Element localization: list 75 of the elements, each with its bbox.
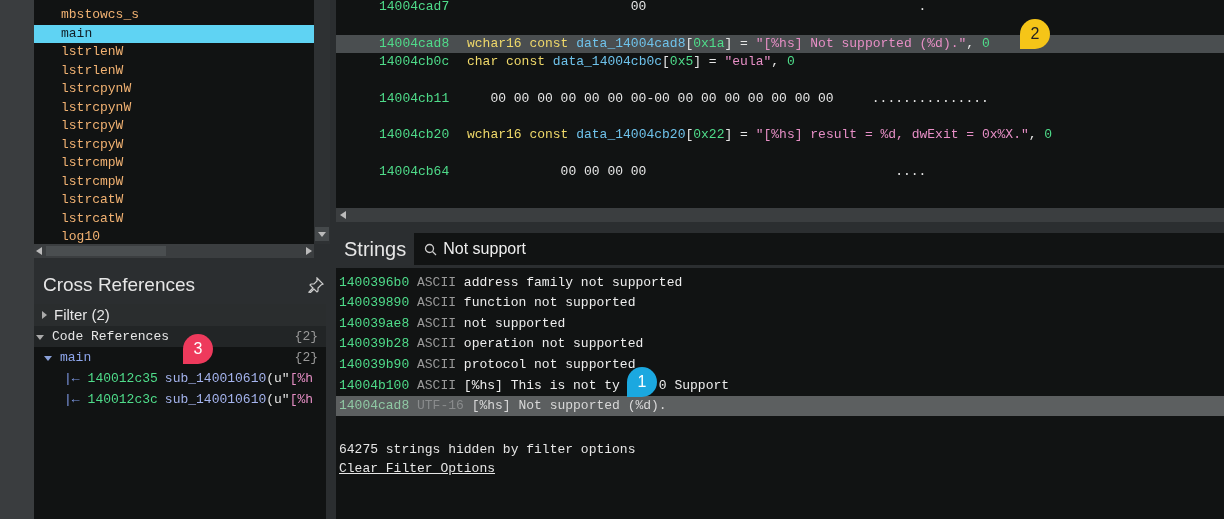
function-item[interactable]: lstrcatW — [34, 191, 314, 210]
string-text: operation not supported — [463, 335, 644, 354]
collapsed-arrow-icon[interactable] — [40, 311, 48, 319]
hex-bytes: 00 00 00 00 00 00 00-00 00 00 00 00 00 00 00 — [490, 90, 834, 106]
count-label: {2} — [294, 348, 318, 367]
string-type: ASCII — [417, 294, 457, 313]
count-label: {2} — [294, 327, 318, 346]
scroll-down-button[interactable] — [315, 227, 329, 241]
string-text: function not supported — [463, 294, 636, 313]
string-type: ASCII — [417, 273, 457, 292]
string-address[interactable]: 140039ae8 — [339, 313, 410, 334]
function-item[interactable]: lstrcatW — [34, 209, 314, 228]
search-icon — [424, 243, 438, 256]
function-item[interactable]: lstrcpyW — [34, 135, 314, 154]
scroll-left-icon — [36, 247, 42, 255]
ascii-text: ............... — [871, 89, 989, 108]
address-label[interactable]: 14004cad7 — [336, 0, 467, 17]
clear-filter-link[interactable]: Clear Filter Options — [339, 459, 496, 479]
code-line: char const data_14004cb0c[0x5] = "eula", 0 — [467, 53, 795, 72]
string-type: ASCII — [417, 335, 457, 354]
address-label[interactable]: 14004cb64 — [336, 162, 467, 182]
callout-badge: 1 — [627, 367, 657, 397]
ascii-text: . — [918, 0, 927, 17]
panel-title: Cross References — [43, 272, 196, 297]
function-item[interactable]: lstrlenW — [34, 61, 314, 80]
function-item[interactable]: lstrcpyW — [34, 117, 314, 136]
string-text: [%hs] This is not ty — [463, 376, 620, 395]
string-type: ASCII — [417, 314, 457, 333]
reference-address[interactable]: 140012c3c — [87, 389, 158, 410]
hex-bytes: 00 00 00 00 — [560, 164, 647, 180]
string-address[interactable]: 140039b28 — [339, 334, 410, 354]
function-item[interactable]: lstrlenW — [34, 43, 314, 62]
function-item[interactable]: lstrcpynW — [34, 80, 314, 99]
reference-code[interactable]: sub_140010610(u"[%h — [164, 389, 314, 410]
search-field[interactable]: Not support — [414, 233, 1224, 265]
string-text: address family not supported — [463, 273, 683, 292]
hex-bytes: 00 — [630, 0, 647, 15]
string-text: 0 Support — [658, 376, 730, 395]
reference-arrow: |← — [64, 390, 80, 409]
address-label[interactable]: 14004cb0c — [336, 52, 467, 72]
string-address[interactable]: 1400396b0 — [339, 272, 410, 293]
function-label[interactable]: main — [60, 347, 92, 368]
horizontal-scrollbar[interactable] — [34, 244, 314, 258]
function-item[interactable]: log10 — [34, 228, 314, 244]
reference-arrow: |← — [64, 369, 80, 388]
reference-address[interactable]: 140012c35 — [87, 368, 158, 389]
address-label[interactable]: 14004cad8 — [336, 34, 467, 54]
caret-icon — [318, 231, 326, 237]
section-label[interactable]: Code References — [52, 326, 170, 347]
pin-icon[interactable] — [308, 277, 324, 293]
function-item[interactable]: lstrcpynW — [34, 98, 314, 117]
hidden-strings-note: 64275 strings hidden by filter options — [338, 441, 637, 460]
reference-code[interactable]: sub_140010610(u"[%h — [164, 368, 314, 389]
string-type: ASCII — [417, 355, 457, 374]
scroll-left-icon — [340, 211, 346, 219]
string-address[interactable]: 140039890 — [339, 293, 410, 313]
expanded-arrow-icon[interactable] — [36, 332, 44, 341]
function-item[interactable]: mbstowcs_s — [34, 6, 314, 25]
string-text: not supported — [463, 314, 566, 333]
code-line: wchar16 const data_14004cad8[0x1a] = "[%hs] Not supported (%d).", 0 — [467, 35, 990, 53]
scroll-right-icon — [306, 247, 312, 255]
string-text: [%hs] Not supported (%d). — [471, 397, 667, 416]
ascii-text: .... — [895, 163, 927, 182]
horizontal-scrollbar[interactable] — [336, 208, 1224, 222]
function-item[interactable]: lstrcmpW — [34, 154, 314, 173]
address-label[interactable]: 14004cb11 — [336, 88, 467, 109]
string-address[interactable]: 140039b90 — [339, 354, 410, 375]
code-line: wchar16 const data_14004cb20[0x22] = "[%hs] result = %d, dwExit = 0x%X.", 0 — [467, 126, 1053, 145]
address-label[interactable]: 14004cb20 — [336, 125, 467, 145]
function-item[interactable]: main — [34, 24, 314, 43]
string-address[interactable]: 14004b100 — [339, 375, 410, 395]
function-item[interactable]: lstrcmpW — [34, 172, 314, 191]
panel-title: Strings — [343, 237, 408, 262]
string-type: ASCII — [417, 376, 457, 395]
expanded-arrow-icon[interactable] — [44, 353, 52, 362]
